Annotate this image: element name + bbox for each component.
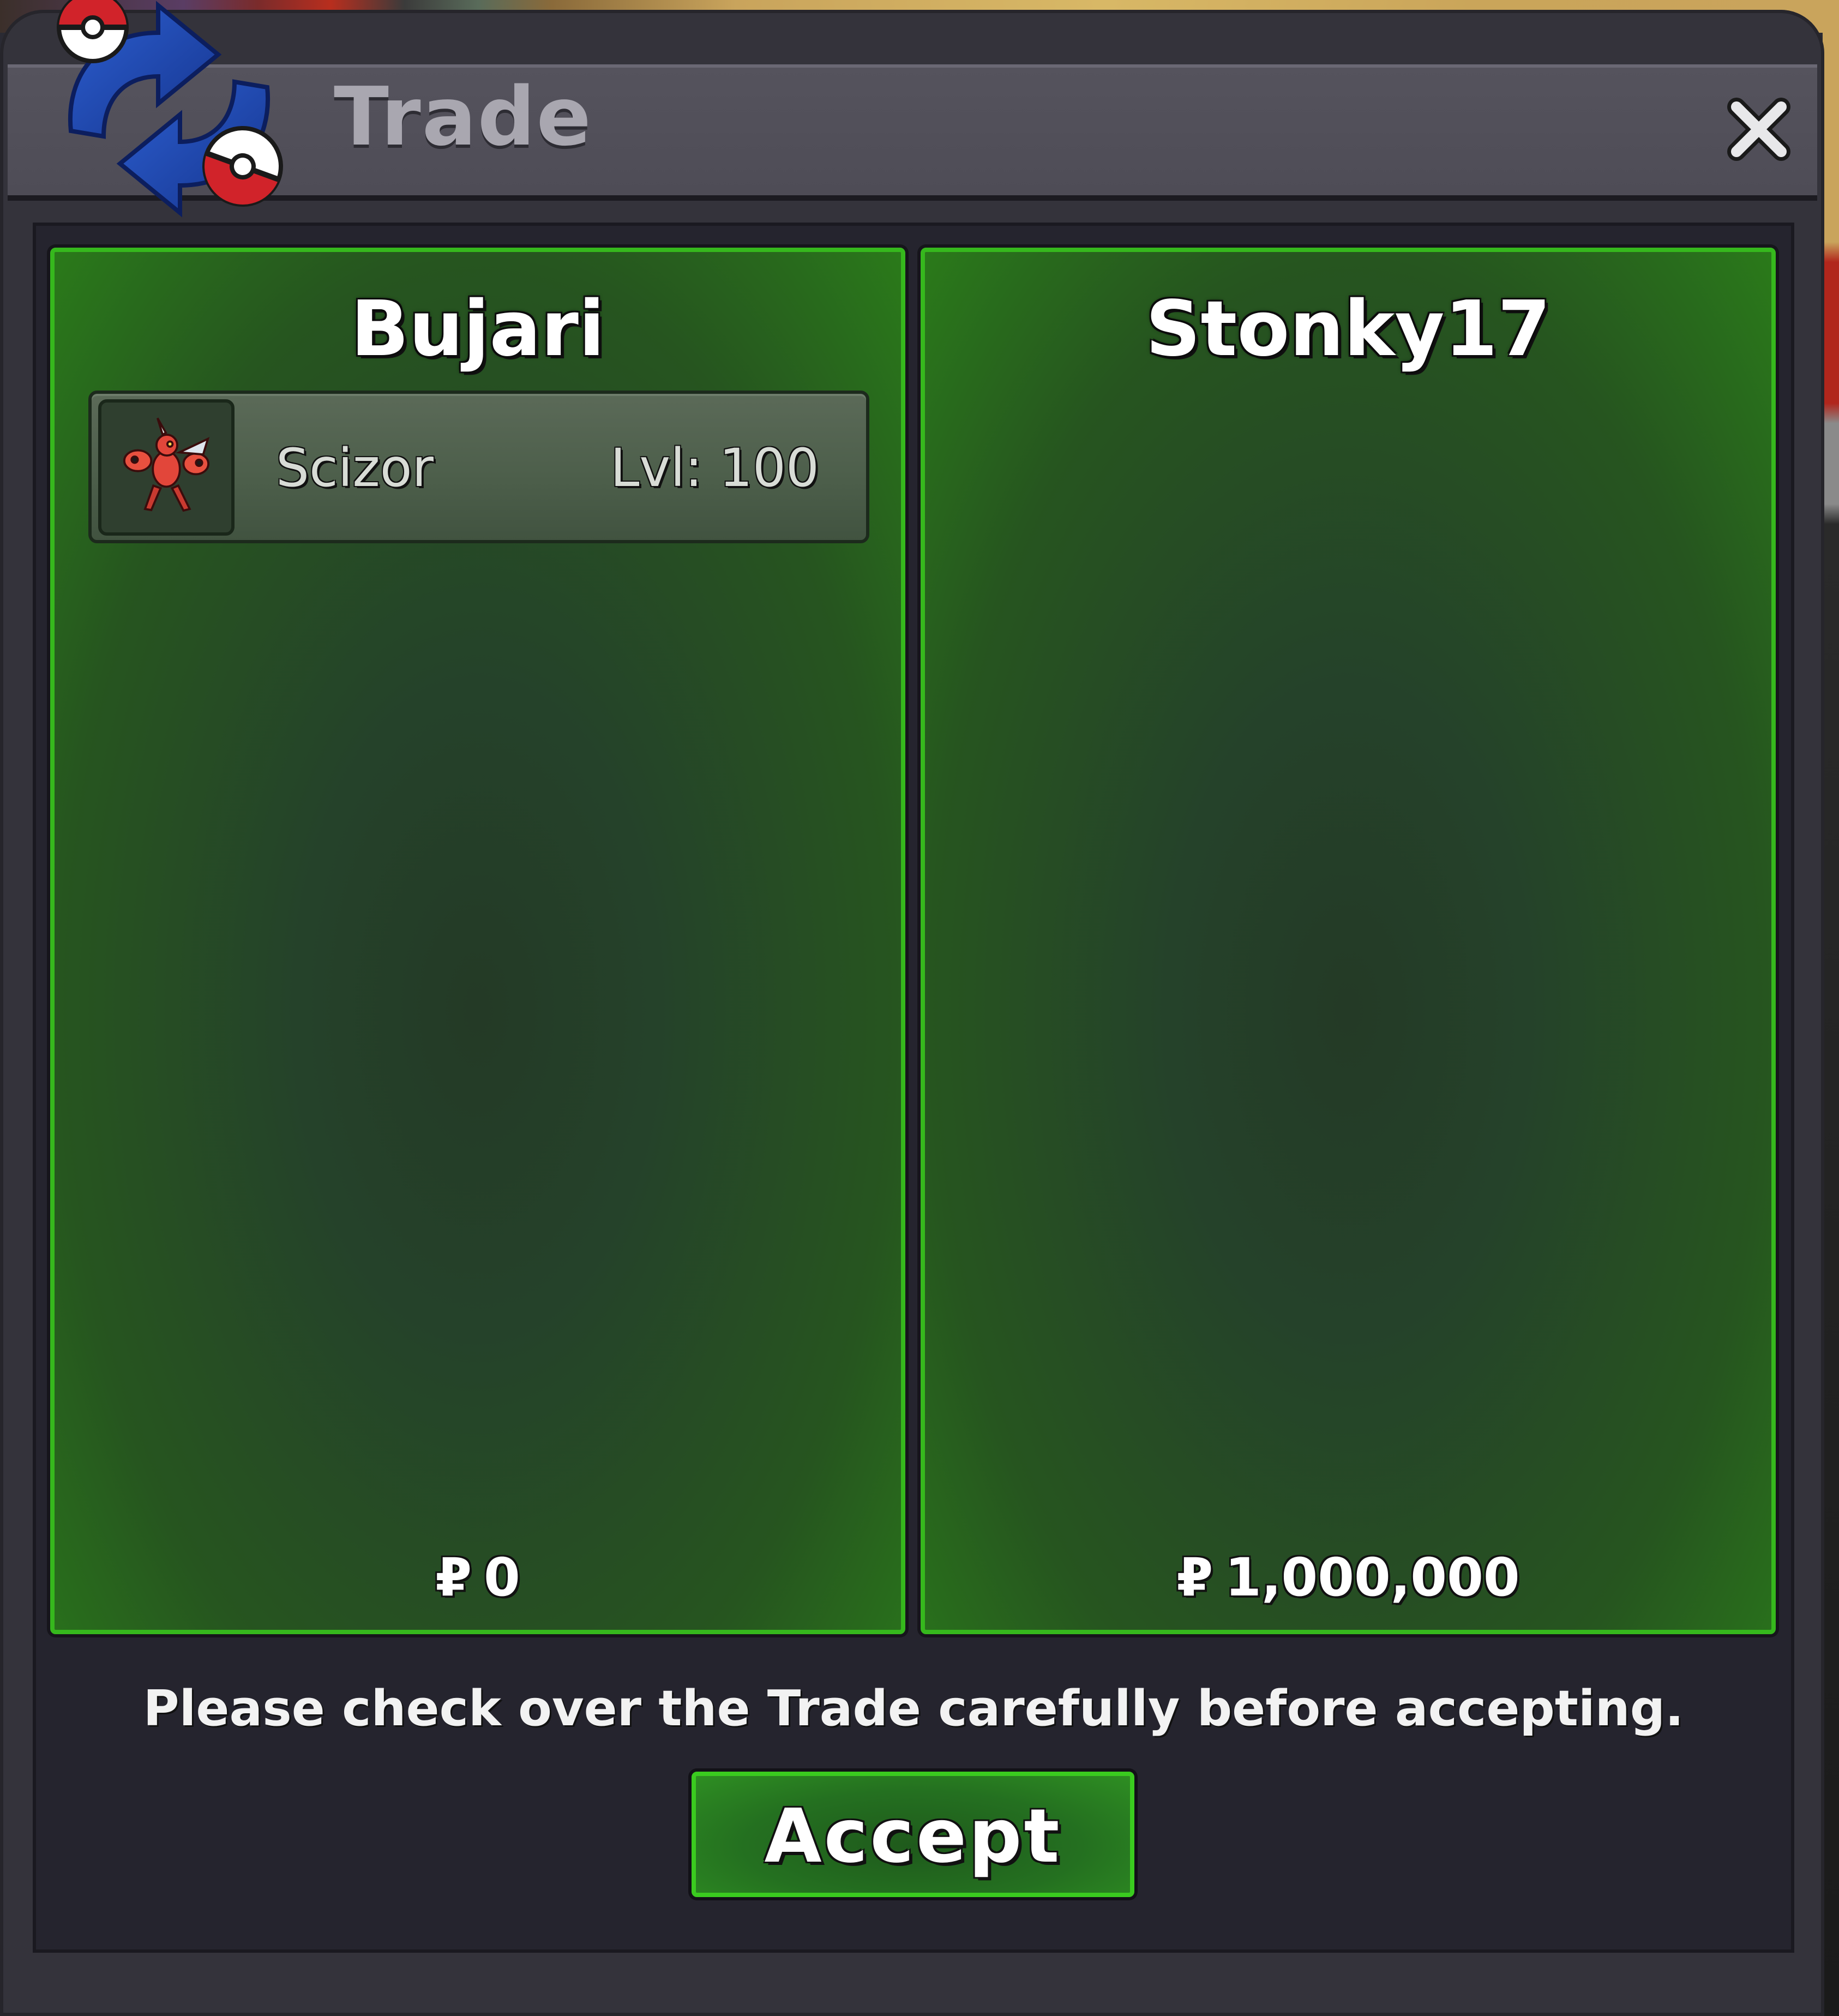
screen: Trade Bujari Scizor Lvl: 100 ₽ 0 Stonky1… [0,0,1839,2016]
trade-item-row[interactable]: Scizor Lvl: 100 [88,391,869,543]
money-offer-right: ₽1,000,000 [925,1547,1771,1608]
player-name-left: Bujari [351,285,605,374]
pokedollar-icon: ₽ [1176,1547,1213,1608]
accept-button-label: Accept [764,1793,1062,1880]
pokedollar-icon: ₽ [435,1547,472,1608]
game-background-right [1823,0,1839,2016]
money-amount-right: 1,000,000 [1225,1547,1520,1608]
pokemon-name: Scizor [276,437,434,499]
money-amount-left: 0 [484,1547,520,1608]
trade-panel-right: Stonky17 ₽1,000,000 [921,248,1776,1634]
window-title: Trade [334,70,592,164]
pokemon-thumbnail [98,399,235,536]
trade-warning-text: Please check over the Trade carefully be… [143,1680,1684,1737]
money-offer-left: ₽0 [55,1547,901,1608]
accept-button[interactable]: Accept [692,1772,1134,1897]
close-icon[interactable] [1723,94,1794,165]
scizor-sprite-icon [123,417,210,512]
trade-panel-left: Bujari Scizor Lvl: 100 ₽ 0 [50,248,905,1634]
pokemon-level: Lvl: 100 [610,437,819,499]
trade-swap-pokeballs-icon [57,0,283,218]
player-name-right: Stonky17 [1145,285,1551,374]
